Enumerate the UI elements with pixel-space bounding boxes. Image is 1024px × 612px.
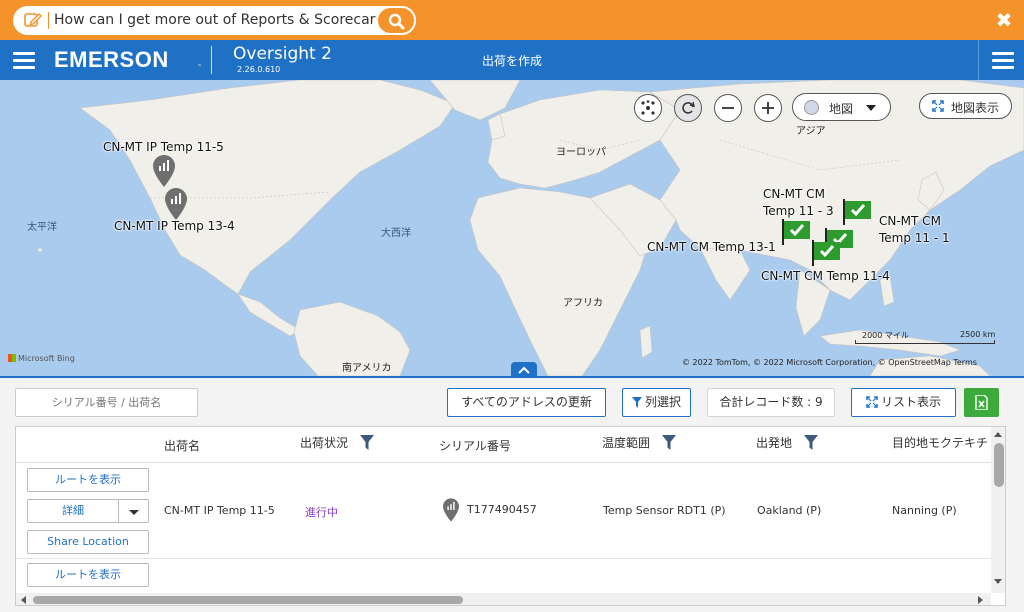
collapse-map-button[interactable]: [511, 362, 537, 376]
shipment-name[interactable]: CN-MT IP Temp 11-5: [164, 504, 275, 517]
shipments-table: 出荷名 出荷状況 シリアル番号 温度範囲 出発地 目的地モクテキチ ルートを表示…: [15, 426, 1006, 606]
menu-icon: [992, 52, 1014, 69]
help-search-box[interactable]: How can I get more out of Reports & Scor…: [13, 6, 416, 35]
filter-icon[interactable]: [661, 435, 676, 450]
zoom-out-icon[interactable]: [714, 94, 742, 122]
destination: Nanning (P): [892, 504, 957, 517]
check-flag-icon[interactable]: [782, 219, 812, 245]
table-header: 出荷名 出荷状況 シリアル番号 温度範囲 出発地 目的地モクテキチ: [16, 427, 991, 463]
map-label-south-america: 南アメリカ: [342, 363, 392, 374]
expand-icon: [932, 100, 944, 112]
marker-label: CN-MT IP Temp 13-4: [114, 219, 235, 233]
close-icon[interactable]: ✖: [994, 10, 1014, 30]
sensor-pin-icon: [443, 498, 459, 522]
list-toolbar: すべてのアドレスの更新 列選択 合計レコード数 : 9 リスト表示: [0, 378, 1024, 424]
sensor-pin-icon[interactable]: [165, 188, 187, 220]
scroll-thumb[interactable]: [33, 596, 463, 604]
serial-number: T177490457: [467, 503, 537, 516]
detail-button[interactable]: 詳細: [27, 499, 119, 523]
shipment-status: 進行中: [305, 506, 338, 519]
sensor-pin-icon[interactable]: [153, 155, 175, 187]
search-separator: [48, 12, 49, 29]
origin: Oakland (P): [757, 504, 822, 517]
column-select-button[interactable]: 列選択: [622, 388, 691, 417]
cluster-icon[interactable]: [634, 94, 662, 122]
check-flag-icon[interactable]: [812, 240, 842, 266]
detail-dropdown-button[interactable]: [118, 499, 149, 523]
right-menu-button[interactable]: [978, 40, 1024, 80]
record-count: 合計レコード数 : 9: [707, 388, 835, 417]
map-label-asia: アジア: [796, 126, 826, 137]
scroll-down-icon[interactable]: [994, 579, 1002, 584]
scroll-up-icon[interactable]: [994, 432, 1002, 437]
help-question-text[interactable]: How can I get more out of Reports & Scor…: [54, 12, 399, 28]
scale-bar-km: 2500 km: [960, 330, 996, 339]
search-icon: [388, 13, 405, 30]
column-header-serial[interactable]: シリアル番号: [439, 437, 511, 454]
column-header-origin[interactable]: 出発地: [756, 434, 818, 451]
marker-label: CN-MT IP Temp 11-5: [103, 140, 224, 154]
export-excel-button[interactable]: [964, 388, 999, 417]
check-flag-icon[interactable]: [843, 199, 873, 225]
map-view[interactable]: アジア ヨーロッパ アフリカ 南アメリカ 太平洋 大西洋 地図 地図表示 CN-…: [0, 80, 1024, 376]
vertical-scrollbar[interactable]: [991, 427, 1005, 593]
share-location-button[interactable]: Share Location: [27, 530, 149, 554]
map-type-dropdown[interactable]: 地図: [792, 93, 891, 121]
rotate-icon[interactable]: [674, 94, 702, 122]
temperature-range: Temp Sensor RDT1 (P): [603, 504, 726, 517]
scroll-thumb[interactable]: [994, 443, 1004, 487]
column-header-destination[interactable]: 目的地モクテキチ: [892, 434, 988, 451]
zoom-in-icon[interactable]: [754, 94, 782, 122]
marker-label: CN-MT CM Temp 11 - 1: [879, 214, 950, 245]
page-title: 出荷を作成: [481, 54, 542, 68]
filter-icon[interactable]: [359, 435, 374, 450]
marker-label: CN-MT CM Temp 13-1: [647, 240, 776, 254]
show-route-button[interactable]: ルートを表示: [27, 563, 149, 587]
table-row: ルートを表示 詳細 Share Location CN-MT IP Temp 1…: [16, 463, 991, 559]
chevron-down-icon: [129, 510, 139, 515]
marker-label: CN-MT CM Temp 11-4: [761, 269, 890, 283]
bing-logo: Microsoft Bing: [8, 354, 75, 363]
column-header-temp-range[interactable]: 温度範囲: [602, 434, 676, 451]
column-header-name[interactable]: 出荷名: [164, 437, 200, 454]
filter-icon[interactable]: [803, 435, 818, 450]
filter-icon: [631, 397, 642, 408]
list-view-button[interactable]: リスト表示: [851, 388, 956, 417]
detail-split-button: 詳細: [27, 499, 149, 523]
scroll-right-icon[interactable]: [978, 596, 983, 604]
map-label-europe: ヨーロッパ: [556, 147, 606, 158]
chevron-down-icon: [866, 105, 876, 111]
map-label-atlantic: 大西洋: [381, 228, 411, 239]
map-fullscreen-label: 地図表示: [951, 101, 1000, 115]
marker-label: CN-MT CM Temp 11 - 3: [763, 187, 834, 218]
map-copyright: © 2022 TomTom, © 2022 Microsoft Corporat…: [682, 358, 977, 367]
help-search-button[interactable]: [376, 6, 416, 35]
map-fullscreen-button[interactable]: 地図表示: [919, 93, 1012, 119]
show-route-button[interactable]: ルートを表示: [27, 468, 149, 492]
chevron-up-icon: [518, 366, 530, 374]
expand-icon: [866, 396, 878, 408]
map-label-africa: アフリカ: [563, 298, 603, 309]
map-type-label: 地図: [829, 102, 854, 116]
column-header-status[interactable]: 出荷状況: [300, 434, 374, 451]
map-label-pacific: 太平洋: [27, 222, 57, 233]
scroll-left-icon[interactable]: [21, 596, 26, 604]
serial-search-field[interactable]: [15, 388, 198, 417]
globe-icon: [804, 100, 819, 115]
update-all-addresses-button[interactable]: すべてのアドレスの更新: [447, 388, 606, 417]
scale-bar: [855, 340, 995, 344]
help-bar: How can I get more out of Reports & Scor…: [0, 0, 1024, 40]
edit-icon: [24, 13, 42, 27]
app-header: EMERSON ™ Oversight 2 2.26.0.610 出荷を作成: [0, 40, 1024, 80]
serial-search-input[interactable]: [16, 389, 197, 416]
horizontal-scrollbar[interactable]: [16, 593, 991, 605]
excel-icon: [975, 395, 988, 410]
